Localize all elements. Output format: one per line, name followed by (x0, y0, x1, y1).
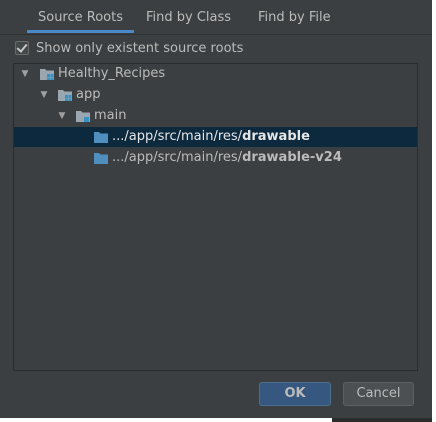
module-folder-icon (58, 90, 72, 101)
chevron-down-icon[interactable]: ▼ (20, 64, 30, 84)
tab-source-roots[interactable]: Source Roots (27, 0, 134, 34)
chevron-down-icon[interactable]: ▼ (57, 106, 67, 126)
tree-node-source-root[interactable]: .../app/src/main/res/drawable-v24 (14, 148, 417, 168)
cancel-button[interactable]: Cancel (343, 382, 414, 406)
tree-node-folder-label: main (94, 108, 127, 123)
project-folder-icon (40, 69, 54, 80)
tab-bar: Source Roots Find by Class Find by File (0, 0, 432, 35)
show-existent-roots-option[interactable]: Show only existent source roots (15, 38, 243, 58)
tab-find-by-class[interactable]: Find by Class (146, 0, 231, 34)
tree-node-module[interactable]: ▼ app (14, 85, 417, 105)
source-root-path: .../app/src/main/res/drawable (112, 127, 310, 147)
chevron-down-icon[interactable]: ▼ (39, 85, 49, 105)
folder-icon (76, 111, 90, 122)
tree-node-module-label: app (76, 87, 101, 102)
source-folder-icon (94, 153, 108, 164)
show-existent-roots-checkbox[interactable] (15, 41, 29, 55)
source-root-prefix: .../app/src/main/res/ (112, 150, 243, 165)
show-existent-roots-label: Show only existent source roots (36, 40, 244, 56)
source-root-name: drawable (242, 129, 310, 144)
source-root-prefix: .../app/src/main/res/ (112, 129, 243, 144)
source-folder-icon (94, 132, 108, 143)
tree-node-folder[interactable]: ▼ main (14, 106, 417, 126)
tree-node-source-root[interactable]: .../app/src/main/res/drawable (14, 127, 417, 147)
source-root-path: .../app/src/main/res/drawable-v24 (112, 148, 342, 168)
window-shadow (332, 418, 432, 422)
tree-node-project-label: Healthy_Recipes (58, 66, 166, 81)
source-roots-tree[interactable]: ▼ Healthy_Recipes ▼ app ▼ main .../app/s… (13, 63, 418, 371)
window-edge (432, 0, 436, 422)
ok-button[interactable]: OK (259, 382, 331, 406)
dialog: Source Roots Find by Class Find by File … (0, 0, 432, 418)
tab-find-by-file[interactable]: Find by File (258, 0, 331, 34)
tree-node-project[interactable]: ▼ Healthy_Recipes (14, 64, 417, 84)
source-root-name: drawable-v24 (242, 150, 342, 165)
